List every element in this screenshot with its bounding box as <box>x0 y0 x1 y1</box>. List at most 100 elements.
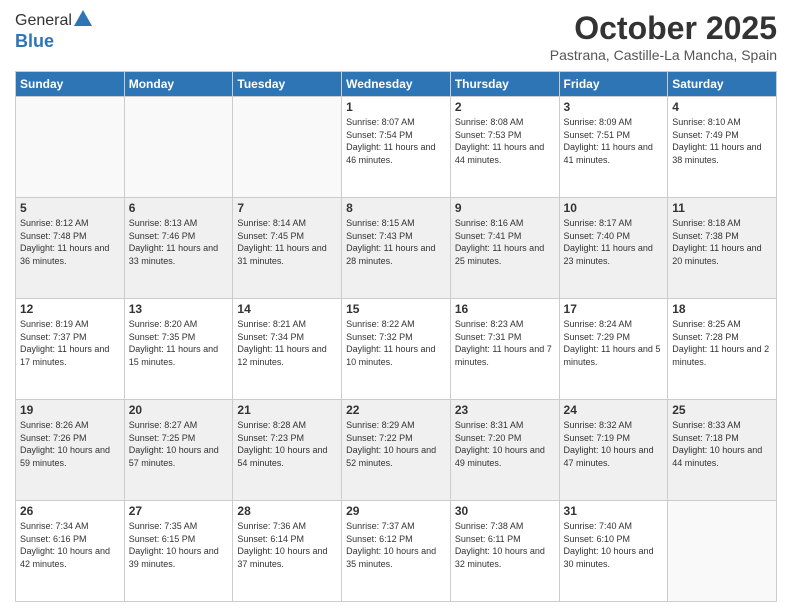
day-number: 12 <box>20 302 120 316</box>
day-number: 24 <box>564 403 664 417</box>
calendar-header-row: Sunday Monday Tuesday Wednesday Thursday… <box>16 72 777 97</box>
day-number: 3 <box>564 100 664 114</box>
day-number: 1 <box>346 100 446 114</box>
day-info: Sunrise: 8:33 AM Sunset: 7:18 PM Dayligh… <box>672 419 772 469</box>
day-info: Sunrise: 8:23 AM Sunset: 7:31 PM Dayligh… <box>455 318 555 368</box>
day-number: 27 <box>129 504 229 518</box>
day-info: Sunrise: 8:29 AM Sunset: 7:22 PM Dayligh… <box>346 419 446 469</box>
table-row: 19 Sunrise: 8:26 AM Sunset: 7:26 PM Dayli… <box>16 400 125 501</box>
col-monday: Monday <box>124 72 233 97</box>
col-sunday: Sunday <box>16 72 125 97</box>
day-number: 2 <box>455 100 555 114</box>
table-row <box>124 97 233 198</box>
day-info: Sunrise: 7:34 AM Sunset: 6:16 PM Dayligh… <box>20 520 120 570</box>
table-row: 15 Sunrise: 8:22 AM Sunset: 7:32 PM Dayli… <box>342 299 451 400</box>
day-info: Sunrise: 8:17 AM Sunset: 7:40 PM Dayligh… <box>564 217 664 267</box>
day-number: 16 <box>455 302 555 316</box>
table-row: 31 Sunrise: 7:40 AM Sunset: 6:10 PM Dayli… <box>559 501 668 602</box>
calendar-week-row: 5 Sunrise: 8:12 AM Sunset: 7:48 PM Daylig… <box>16 198 777 299</box>
day-number: 30 <box>455 504 555 518</box>
table-row: 21 Sunrise: 8:28 AM Sunset: 7:23 PM Dayli… <box>233 400 342 501</box>
header: General Blue October 2025 Pastrana, Cast… <box>15 10 777 63</box>
table-row: 17 Sunrise: 8:24 AM Sunset: 7:29 PM Dayli… <box>559 299 668 400</box>
day-info: Sunrise: 7:38 AM Sunset: 6:11 PM Dayligh… <box>455 520 555 570</box>
day-info: Sunrise: 8:18 AM Sunset: 7:38 PM Dayligh… <box>672 217 772 267</box>
day-info: Sunrise: 7:37 AM Sunset: 6:12 PM Dayligh… <box>346 520 446 570</box>
day-number: 28 <box>237 504 337 518</box>
col-saturday: Saturday <box>668 72 777 97</box>
col-friday: Friday <box>559 72 668 97</box>
table-row: 4 Sunrise: 8:10 AM Sunset: 7:49 PM Daylig… <box>668 97 777 198</box>
day-info: Sunrise: 7:36 AM Sunset: 6:14 PM Dayligh… <box>237 520 337 570</box>
month-title: October 2025 <box>550 10 777 47</box>
day-info: Sunrise: 8:32 AM Sunset: 7:19 PM Dayligh… <box>564 419 664 469</box>
day-number: 21 <box>237 403 337 417</box>
table-row: 8 Sunrise: 8:15 AM Sunset: 7:43 PM Daylig… <box>342 198 451 299</box>
day-number: 18 <box>672 302 772 316</box>
day-info: Sunrise: 8:20 AM Sunset: 7:35 PM Dayligh… <box>129 318 229 368</box>
table-row: 18Sunrise: 8:25 AM Sunset: 7:28 PM Dayli… <box>668 299 777 400</box>
day-info: Sunrise: 8:08 AM Sunset: 7:53 PM Dayligh… <box>455 116 555 166</box>
logo-triangle-icon <box>74 10 92 26</box>
day-number: 10 <box>564 201 664 215</box>
day-info: Sunrise: 8:10 AM Sunset: 7:49 PM Dayligh… <box>672 116 772 166</box>
day-number: 7 <box>237 201 337 215</box>
day-info: Sunrise: 8:19 AM Sunset: 7:37 PM Dayligh… <box>20 318 120 368</box>
day-info: Sunrise: 8:28 AM Sunset: 7:23 PM Dayligh… <box>237 419 337 469</box>
day-info: Sunrise: 8:07 AM Sunset: 7:54 PM Dayligh… <box>346 116 446 166</box>
day-info: Sunrise: 8:12 AM Sunset: 7:48 PM Dayligh… <box>20 217 120 267</box>
day-info: Sunrise: 8:21 AM Sunset: 7:34 PM Dayligh… <box>237 318 337 368</box>
day-number: 5 <box>20 201 120 215</box>
table-row <box>668 501 777 602</box>
day-number: 9 <box>455 201 555 215</box>
table-row: 11Sunrise: 8:18 AM Sunset: 7:38 PM Dayli… <box>668 198 777 299</box>
day-info: Sunrise: 8:24 AM Sunset: 7:29 PM Dayligh… <box>564 318 664 368</box>
table-row: 25Sunrise: 8:33 AM Sunset: 7:18 PM Dayli… <box>668 400 777 501</box>
table-row: 27Sunrise: 7:35 AM Sunset: 6:15 PM Dayli… <box>124 501 233 602</box>
table-row: 7 Sunrise: 8:14 AM Sunset: 7:45 PM Daylig… <box>233 198 342 299</box>
logo: General Blue <box>15 10 92 52</box>
day-info: Sunrise: 8:09 AM Sunset: 7:51 PM Dayligh… <box>564 116 664 166</box>
title-area: October 2025 Pastrana, Castille-La Manch… <box>550 10 777 63</box>
day-number: 20 <box>129 403 229 417</box>
table-row: 20 Sunrise: 8:27 AM Sunset: 7:25 PM Dayli… <box>124 400 233 501</box>
logo-general-text: General <box>15 12 72 30</box>
table-row: 6 Sunrise: 8:13 AM Sunset: 7:46 PM Daylig… <box>124 198 233 299</box>
table-row: 26Sunrise: 7:34 AM Sunset: 6:16 PM Dayli… <box>16 501 125 602</box>
calendar-week-row: 26Sunrise: 7:34 AM Sunset: 6:16 PM Dayli… <box>16 501 777 602</box>
table-row: 23Sunrise: 8:31 AM Sunset: 7:20 PM Dayli… <box>450 400 559 501</box>
day-info: Sunrise: 8:13 AM Sunset: 7:46 PM Dayligh… <box>129 217 229 267</box>
day-number: 31 <box>564 504 664 518</box>
col-tuesday: Tuesday <box>233 72 342 97</box>
location: Pastrana, Castille-La Mancha, Spain <box>550 47 777 63</box>
day-info: Sunrise: 8:22 AM Sunset: 7:32 PM Dayligh… <box>346 318 446 368</box>
day-number: 15 <box>346 302 446 316</box>
day-number: 17 <box>564 302 664 316</box>
table-row: 22 Sunrise: 8:29 AM Sunset: 7:22 PM Dayli… <box>342 400 451 501</box>
table-row: 10 Sunrise: 8:17 AM Sunset: 7:40 PM Dayli… <box>559 198 668 299</box>
day-number: 8 <box>346 201 446 215</box>
day-number: 14 <box>237 302 337 316</box>
col-wednesday: Wednesday <box>342 72 451 97</box>
day-info: Sunrise: 8:14 AM Sunset: 7:45 PM Dayligh… <box>237 217 337 267</box>
table-row: 9Sunrise: 8:16 AM Sunset: 7:41 PM Daylig… <box>450 198 559 299</box>
calendar-week-row: 1 Sunrise: 8:07 AM Sunset: 7:54 PM Daylig… <box>16 97 777 198</box>
table-row: 16 Sunrise: 8:23 AM Sunset: 7:31 PM Dayli… <box>450 299 559 400</box>
table-row: 12 Sunrise: 8:19 AM Sunset: 7:37 PM Dayli… <box>16 299 125 400</box>
day-info: Sunrise: 8:26 AM Sunset: 7:26 PM Dayligh… <box>20 419 120 469</box>
day-number: 19 <box>20 403 120 417</box>
table-row: 3 Sunrise: 8:09 AM Sunset: 7:51 PM Daylig… <box>559 97 668 198</box>
table-row: 30 Sunrise: 7:38 AM Sunset: 6:11 PM Dayli… <box>450 501 559 602</box>
day-info: Sunrise: 8:27 AM Sunset: 7:25 PM Dayligh… <box>129 419 229 469</box>
table-row: 24 Sunrise: 8:32 AM Sunset: 7:19 PM Dayli… <box>559 400 668 501</box>
day-info: Sunrise: 8:15 AM Sunset: 7:43 PM Dayligh… <box>346 217 446 267</box>
table-row: 1 Sunrise: 8:07 AM Sunset: 7:54 PM Daylig… <box>342 97 451 198</box>
table-row: 28 Sunrise: 7:36 AM Sunset: 6:14 PM Dayli… <box>233 501 342 602</box>
day-number: 22 <box>346 403 446 417</box>
table-row: 13Sunrise: 8:20 AM Sunset: 7:35 PM Dayli… <box>124 299 233 400</box>
day-info: Sunrise: 7:40 AM Sunset: 6:10 PM Dayligh… <box>564 520 664 570</box>
day-number: 4 <box>672 100 772 114</box>
day-number: 6 <box>129 201 229 215</box>
calendar-week-row: 12 Sunrise: 8:19 AM Sunset: 7:37 PM Dayli… <box>16 299 777 400</box>
table-row <box>233 97 342 198</box>
